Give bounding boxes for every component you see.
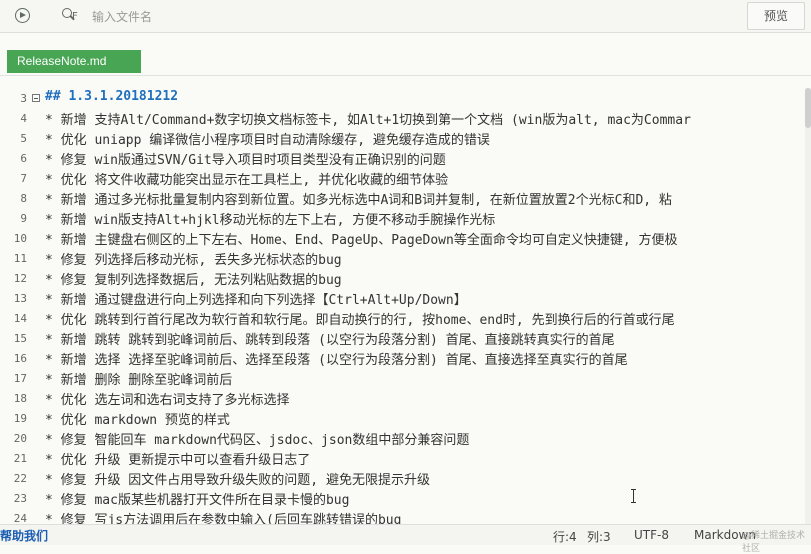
line-number: 17	[13, 372, 27, 385]
encoding-indicator[interactable]: UTF-8	[634, 528, 669, 542]
line-text: * 修复 win版通过SVN/Git导入项目时项目类型没有正确识别的问题	[45, 153, 446, 168]
filename-search-input[interactable]	[90, 6, 694, 28]
watermark: @稀土掘金技术社区	[742, 531, 806, 554]
vertical-scrollbar[interactable]	[805, 88, 811, 524]
line-number: 18	[13, 392, 27, 405]
editor-line[interactable]: 10 * 新增 主键盘右侧区的上下左右、Home、End、PageUp、PageD…	[0, 228, 804, 248]
line-text: * 新增 主键盘右侧区的上下左右、Home、End、PageUp、PageDow…	[45, 233, 678, 248]
line-number: 6	[20, 152, 27, 165]
editor-line[interactable]: 13 * 新增 通过键盘进行向上列选择和向下列选择【Ctrl+Alt+Up/Dow…	[0, 288, 804, 308]
fold-toggle-icon[interactable]	[32, 94, 40, 102]
line-text: * 优化 uniapp 编译微信小程序项目时自动清除缓存, 避免缓存造成的错误	[45, 133, 490, 148]
editor-line[interactable]: 22 * 修复 升级 因文件占用导致升级失败的问题, 避免无限提示升级	[0, 468, 804, 488]
help-us-link[interactable]: 帮助我们	[0, 527, 48, 544]
line-number: 19	[13, 412, 27, 425]
line-number: 9	[20, 212, 27, 225]
editor-line[interactable]: 5 * 优化 uniapp 编译微信小程序项目时自动清除缓存, 避免缓存造成的错误	[0, 128, 804, 148]
line-text: * 新增 通过多光标批量复制内容到新位置。如多光标选中A词和B词并复制, 在新位…	[45, 193, 672, 208]
editor-line[interactable]: 8 * 新增 通过多光标批量复制内容到新位置。如多光标选中A词和B词并复制, 在新…	[0, 188, 804, 208]
line-text: * 优化 将文件收藏功能突出显示在工具栏上, 并优化收藏的细节体验	[45, 173, 449, 188]
editor-line[interactable]: 3 ## 1.3.1.20181212	[0, 88, 804, 108]
line-number: 3	[20, 92, 27, 105]
line-text: * 修复 智能回车 markdown代码区、jsdoc、json数组中部分兼容问…	[45, 433, 470, 448]
line-text: * 新增 通过键盘进行向上列选择和向下列选择【Ctrl+Alt+Up/Down】	[45, 293, 467, 308]
line-number: 4	[20, 112, 27, 125]
scrollbar-thumb[interactable]	[805, 88, 811, 128]
editor-line[interactable]: 19 * 优化 markdown 预览的样式	[0, 408, 804, 428]
line-text: * 新增 选择 选择至驼峰词前后、选择至段落 (以空行为段落分割) 首尾、直接选…	[45, 353, 628, 368]
line-number: 12	[13, 272, 27, 285]
line-text: * 新增 删除 删除至驼峰词前后	[45, 373, 233, 388]
line-number: 15	[13, 332, 27, 345]
editor-line[interactable]: 14 * 优化 跳转到行首行尾改为软行首和软行尾。即自动换行的行, 按home、e…	[0, 308, 804, 328]
line-number: 8	[20, 192, 27, 205]
line-text: * 修复 mac版某些机器打开文件所在目录卡慢的bug	[45, 493, 350, 508]
editor-line[interactable]: 20 * 修复 智能回车 markdown代码区、jsdoc、json数组中部分兼…	[0, 428, 804, 448]
line-number: 10	[13, 232, 27, 245]
tab-releasenote[interactable]: ReleaseNote.md	[7, 50, 141, 73]
line-number: 23	[13, 492, 27, 505]
line-number: 5	[20, 132, 27, 145]
line-number: 11	[13, 252, 27, 265]
line-number: 22	[13, 472, 27, 485]
line-text: * 优化 选左词和选右词支持了多光标选择	[45, 393, 290, 408]
text-cursor-icon	[631, 489, 636, 503]
filter-label: F	[72, 11, 78, 22]
line-text: * 新增 win版支持Alt+hjkl移动光标的左下上右, 方便不移动手腕操作光…	[45, 213, 496, 228]
editor-line[interactable]: 16 * 新增 选择 选择至驼峰词前后、选择至段落 (以空行为段落分割) 首尾、直…	[0, 348, 804, 368]
line-number: 7	[20, 172, 27, 185]
editor-line[interactable]: 21 * 优化 升级 更新提示中可以查看升级日志了	[0, 448, 804, 468]
line-text: * 修复 写js方法调用后在参数中输入(后回车跳转错误的bug	[45, 513, 402, 524]
run-icon[interactable]	[15, 8, 30, 23]
status-bar: 帮助我们 行:4 列:3 UTF-8 Markdown	[0, 524, 811, 545]
code-editor[interactable]: 3 ## 1.3.1.20181212 4 * 新增 支持Alt/Command+数字…	[0, 88, 804, 524]
line-text: ## 1.3.1.20181212	[45, 89, 179, 104]
editor-line[interactable]: 11 * 修复 列选择后移动光标, 丢失多光标状态的bug	[0, 248, 804, 268]
line-text: * 修复 升级 因文件占用导致升级失败的问题, 避免无限提示升级	[45, 473, 430, 488]
line-text: * 新增 支持Alt/Command+数字切换文档标签卡, 如Alt+1切换到第…	[45, 113, 691, 128]
cursor-row[interactable]: 行:4	[553, 528, 577, 545]
preview-button[interactable]: 预览	[747, 2, 805, 30]
editor-line[interactable]: 7 * 优化 将文件收藏功能突出显示在工具栏上, 并优化收藏的细节体验	[0, 168, 804, 188]
line-text: * 修复 复制列选择数据后, 无法列粘贴数据的bug	[45, 273, 342, 288]
editor-line[interactable]: 23 * 修复 mac版某些机器打开文件所在目录卡慢的bug	[0, 488, 804, 508]
line-number: 14	[13, 312, 27, 325]
line-number: 13	[13, 292, 27, 305]
line-text: * 优化 markdown 预览的样式	[45, 413, 230, 428]
editor-line[interactable]: 24 * 修复 写js方法调用后在参数中输入(后回车跳转错误的bug	[0, 508, 804, 524]
top-toolbar: F 预览	[0, 0, 811, 33]
line-text: * 优化 跳转到行首行尾改为软行首和软行尾。即自动换行的行, 按home、end…	[45, 313, 675, 328]
tab-bar: ReleaseNote.md	[0, 33, 811, 76]
editor-line[interactable]: 18 * 优化 选左词和选右词支持了多光标选择	[0, 388, 804, 408]
editor-line[interactable]: 12 * 修复 复制列选择数据后, 无法列粘贴数据的bug	[0, 268, 804, 288]
editor-line[interactable]: 6 * 修复 win版通过SVN/Git导入项目时项目类型没有正确识别的问题	[0, 148, 804, 168]
editor-line[interactable]: 15 * 新增 跳转 跳转到驼峰词前后、跳转到段落 (以空行为段落分割) 首尾、直…	[0, 328, 804, 348]
line-number: 20	[13, 432, 27, 445]
editor-line[interactable]: 9 * 新增 win版支持Alt+hjkl移动光标的左下上右, 方便不移动手腕操作…	[0, 208, 804, 228]
line-number: 16	[13, 352, 27, 365]
line-text: * 修复 列选择后移动光标, 丢失多光标状态的bug	[45, 253, 342, 268]
editor-line[interactable]: 17 * 新增 删除 删除至驼峰词前后	[0, 368, 804, 388]
line-text: * 优化 升级 更新提示中可以查看升级日志了	[45, 453, 311, 468]
line-text: * 新增 跳转 跳转到驼峰词前后、跳转到段落 (以空行为段落分割) 首尾、直接跳…	[45, 333, 615, 348]
search-icon	[62, 8, 72, 18]
editor-line[interactable]: 4 * 新增 支持Alt/Command+数字切换文档标签卡, 如Alt+1切换到…	[0, 108, 804, 128]
cursor-col[interactable]: 列:3	[587, 528, 611, 545]
line-number: 21	[13, 452, 27, 465]
line-number: 24	[13, 512, 27, 524]
